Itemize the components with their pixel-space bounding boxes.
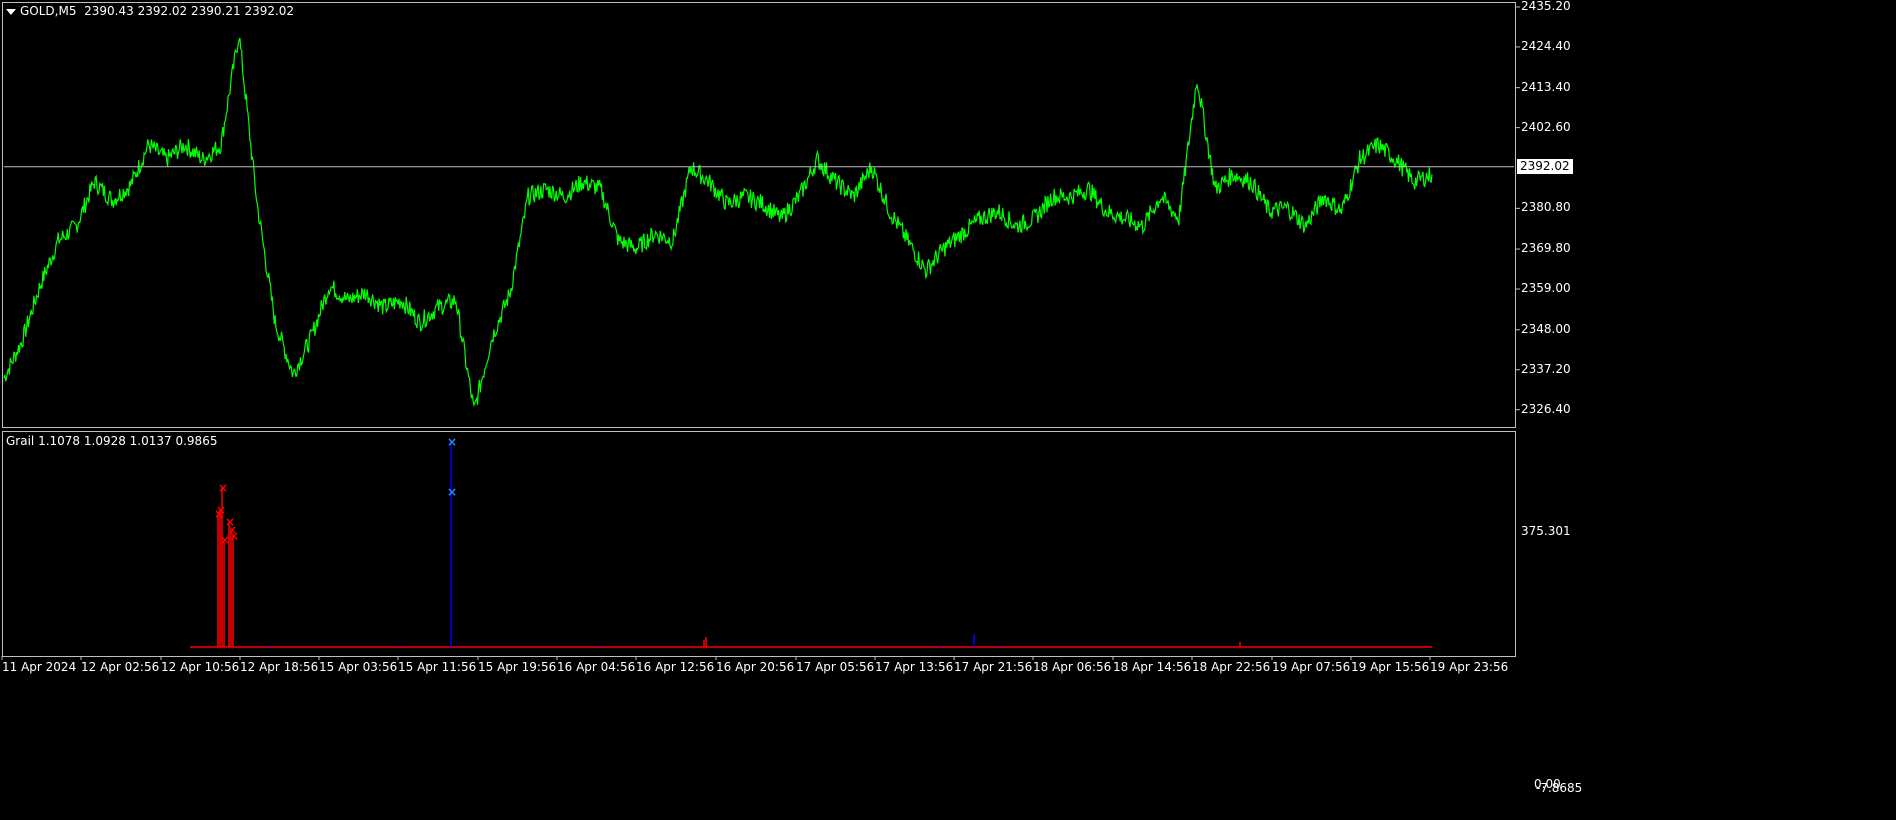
x-axis-label: 19 Apr 07:56	[1272, 660, 1351, 674]
buy-signal-marker: ×	[447, 435, 457, 449]
chart-canvas[interactable]: ×××××××××	[0, 0, 1896, 820]
x-axis-label: 12 Apr 10:56	[161, 660, 240, 674]
current-price-tag: 2392.02	[1517, 158, 1573, 174]
price-line	[3, 37, 1433, 407]
x-axis-label: 18 Apr 14:56	[1113, 660, 1192, 674]
x-axis-label: 11 Apr 2024	[2, 660, 77, 674]
y-axis-label: 2326.40	[1521, 401, 1571, 416]
indicator-bottom-label: -7.8685	[1536, 781, 1583, 795]
x-axis-label: 16 Apr 04:56	[557, 660, 636, 674]
y-axis-label: 2380.80	[1521, 200, 1571, 215]
x-axis-label: 17 Apr 13:56	[875, 660, 954, 674]
x-axis-label: 17 Apr 05:56	[796, 660, 875, 674]
y-axis-label: 2402.60	[1521, 119, 1571, 134]
y-axis-label: 2413.40	[1521, 79, 1571, 94]
x-axis-label: 17 Apr 21:56	[954, 660, 1033, 674]
x-axis-label: 12 Apr 02:56	[81, 660, 160, 674]
x-axis-label: 15 Apr 11:56	[398, 660, 477, 674]
sell-signal-marker: ×	[218, 481, 228, 495]
x-axis-label: 18 Apr 22:56	[1192, 660, 1271, 674]
indicator-top-label: 375.301	[1521, 524, 1571, 538]
x-axis-label: 18 Apr 06:56	[1033, 660, 1112, 674]
x-axis-label: 19 Apr 15:56	[1351, 660, 1430, 674]
y-axis-label: 2337.20	[1521, 361, 1571, 376]
y-axis-label: 2435.20	[1521, 0, 1571, 13]
y-axis-label: 2348.00	[1521, 321, 1571, 336]
x-axis-label: 16 Apr 12:56	[636, 660, 715, 674]
y-axis-label: 2369.80	[1521, 241, 1571, 256]
x-axis-label: 12 Apr 18:56	[240, 660, 319, 674]
x-axis-label: 19 Apr 23:56	[1430, 660, 1509, 674]
y-axis-label: 2359.00	[1521, 281, 1571, 296]
x-axis-label: 16 Apr 20:56	[716, 660, 795, 674]
x-axis-label: 15 Apr 03:56	[319, 660, 398, 674]
y-axis-label: 2424.40	[1521, 38, 1571, 53]
x-axis-label: 15 Apr 19:56	[478, 660, 557, 674]
sell-signal-marker: ×	[229, 529, 239, 543]
buy-signal-marker: ×	[447, 485, 457, 499]
